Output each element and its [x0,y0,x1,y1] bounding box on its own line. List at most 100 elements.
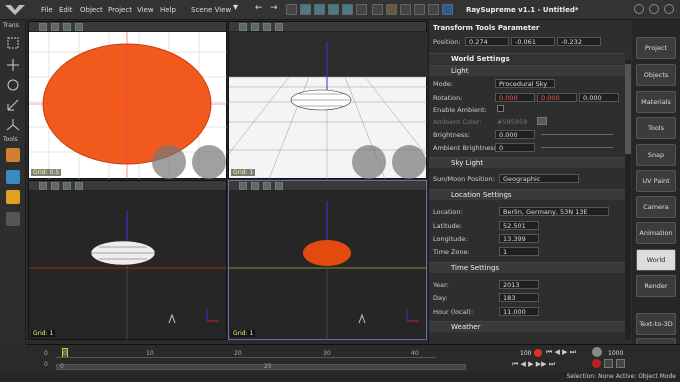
weather-header[interactable]: Weather [429,321,625,332]
render-icon[interactable] [372,4,383,15]
measure-icon[interactable] [6,212,20,226]
text-tool-icon[interactable] [6,190,20,204]
checker-icon[interactable] [356,4,367,15]
grid-icon[interactable] [414,4,425,15]
end-frame-value[interactable]: 100 [520,350,531,357]
forward-arrow-icon[interactable]: → [270,3,278,13]
rotation-y-field[interactable]: 0.000 [537,93,577,102]
ambient-brightness-slider[interactable] [541,147,613,148]
position-y-field[interactable]: -0.061 [511,37,555,46]
menu-edit[interactable]: Edit [59,6,73,14]
back-arrow-icon[interactable]: ← [255,3,263,13]
move-icon[interactable] [6,58,20,72]
timeline-start-field[interactable]: 0 [44,350,48,357]
menu-help[interactable]: Help [160,6,176,14]
enable-ambient-checkbox[interactable] [497,105,504,112]
scale-icon[interactable] [6,98,20,112]
view-icon[interactable] [39,182,47,190]
view-icon[interactable] [239,182,247,190]
cube-icon[interactable] [275,23,283,31]
panel-scrollbar[interactable] [625,60,631,340]
playback-controls-icon[interactable]: ⏮ ◀ ▶ ⏭ [546,348,576,357]
cube-icon[interactable] [300,4,311,15]
brush-icon[interactable] [6,170,20,184]
nav-objects[interactable]: Objects [636,64,676,86]
cube-icon[interactable] [263,23,271,31]
nav-animation[interactable]: Animation [636,222,676,244]
timezone-field[interactable]: 1 [499,247,539,256]
axis-icon[interactable] [6,118,20,132]
view-icon[interactable] [239,23,247,31]
nav-uv-paint[interactable]: UV Paint [636,170,676,192]
cube-icon[interactable] [263,182,271,190]
loop-icon[interactable] [592,359,601,368]
nav-render[interactable]: Render [636,275,676,297]
select-icon[interactable] [6,36,20,50]
ambient-brightness-field[interactable]: 0 [495,143,535,152]
viewport-perspective[interactable]: Grid: 1 [228,21,427,179]
fps-value[interactable]: 1000 [608,350,623,357]
longitude-field[interactable]: 13.399 [499,234,539,243]
cube-icon[interactable] [75,182,83,190]
mode-dropdown[interactable]: Procedural Sky [495,79,555,88]
settings-icon[interactable] [428,4,439,15]
help-icon[interactable] [442,4,453,15]
sunmoon-dropdown[interactable]: Geographic [499,174,579,183]
menu-object[interactable]: Object [80,6,103,14]
rotate-icon[interactable] [6,78,20,92]
cube-shaded-icon[interactable] [342,4,353,15]
viewport-camera[interactable]: Grid: 1 [228,180,427,340]
year-field[interactable]: 2013 [499,280,539,289]
nav-snap[interactable]: Snap [636,144,676,166]
world-settings-header[interactable]: World Settings [429,53,625,64]
view-icon[interactable] [39,23,47,31]
record-icon[interactable] [534,349,542,357]
snapshot-icon[interactable] [286,4,297,15]
ambient-color-swatch[interactable] [537,117,547,125]
nav-world[interactable]: World [636,249,676,271]
menu-view[interactable]: View [137,6,154,14]
cube-icon[interactable] [63,182,71,190]
nav-project[interactable]: Project [636,37,676,59]
viewport-top[interactable]: Grid: 0.5 [28,21,227,179]
cube-icon[interactable] [51,23,59,31]
light-icon[interactable] [386,4,397,15]
menu-file[interactable]: File [41,6,53,14]
nav-materials[interactable]: Materials [636,91,676,113]
scene-view-dropdown[interactable]: Scene View [191,6,231,14]
cube-icon[interactable] [251,182,259,190]
range-scrollbar[interactable] [56,364,466,370]
timeline-start-field-2[interactable]: 0 [44,361,48,368]
maximize-icon[interactable] [649,4,659,14]
location-settings-header[interactable]: Location Settings [429,189,625,200]
cube-icon[interactable] [63,23,71,31]
cube-solid-icon[interactable] [328,4,339,15]
close-icon[interactable] [664,4,674,14]
camera-icon[interactable] [400,4,411,15]
viewport-front[interactable]: Grid: 1 [28,180,227,340]
cube-icon[interactable] [75,23,83,31]
light-header[interactable]: Light [429,65,625,76]
speed-dial-icon[interactable] [592,347,602,357]
keyframe-icon[interactable] [616,359,625,368]
cube-icon[interactable] [51,182,59,190]
nav-camera[interactable]: Camera [636,196,676,218]
hour-field[interactable]: 11.000 [499,307,539,316]
position-x-field[interactable]: 0.274 [465,37,509,46]
transport-controls-icon[interactable]: ⏮ ◀ ▶ ▶▶ ⏭ [512,360,555,369]
latitude-field[interactable]: 52.501 [499,221,539,230]
nav-tools[interactable]: Tools [636,117,676,139]
cube-icon[interactable] [251,23,259,31]
time-settings-header[interactable]: Time Settings [429,262,625,273]
clock-icon[interactable] [604,359,613,368]
rotation-z-field[interactable]: 0.000 [579,93,619,102]
paint-bucket-icon[interactable] [6,148,20,162]
nav-text-to-3d[interactable]: Text-to-3D [636,313,676,335]
minimize-icon[interactable] [634,4,644,14]
sky-light-header[interactable]: Sky Light [429,157,625,168]
brightness-field[interactable]: 0.000 [495,130,535,139]
scene-view-arrow-icon[interactable]: ▾ [233,2,238,13]
day-field[interactable]: 183 [499,293,539,302]
cube-wire-icon[interactable] [314,4,325,15]
position-z-field[interactable]: -0.232 [557,37,601,46]
